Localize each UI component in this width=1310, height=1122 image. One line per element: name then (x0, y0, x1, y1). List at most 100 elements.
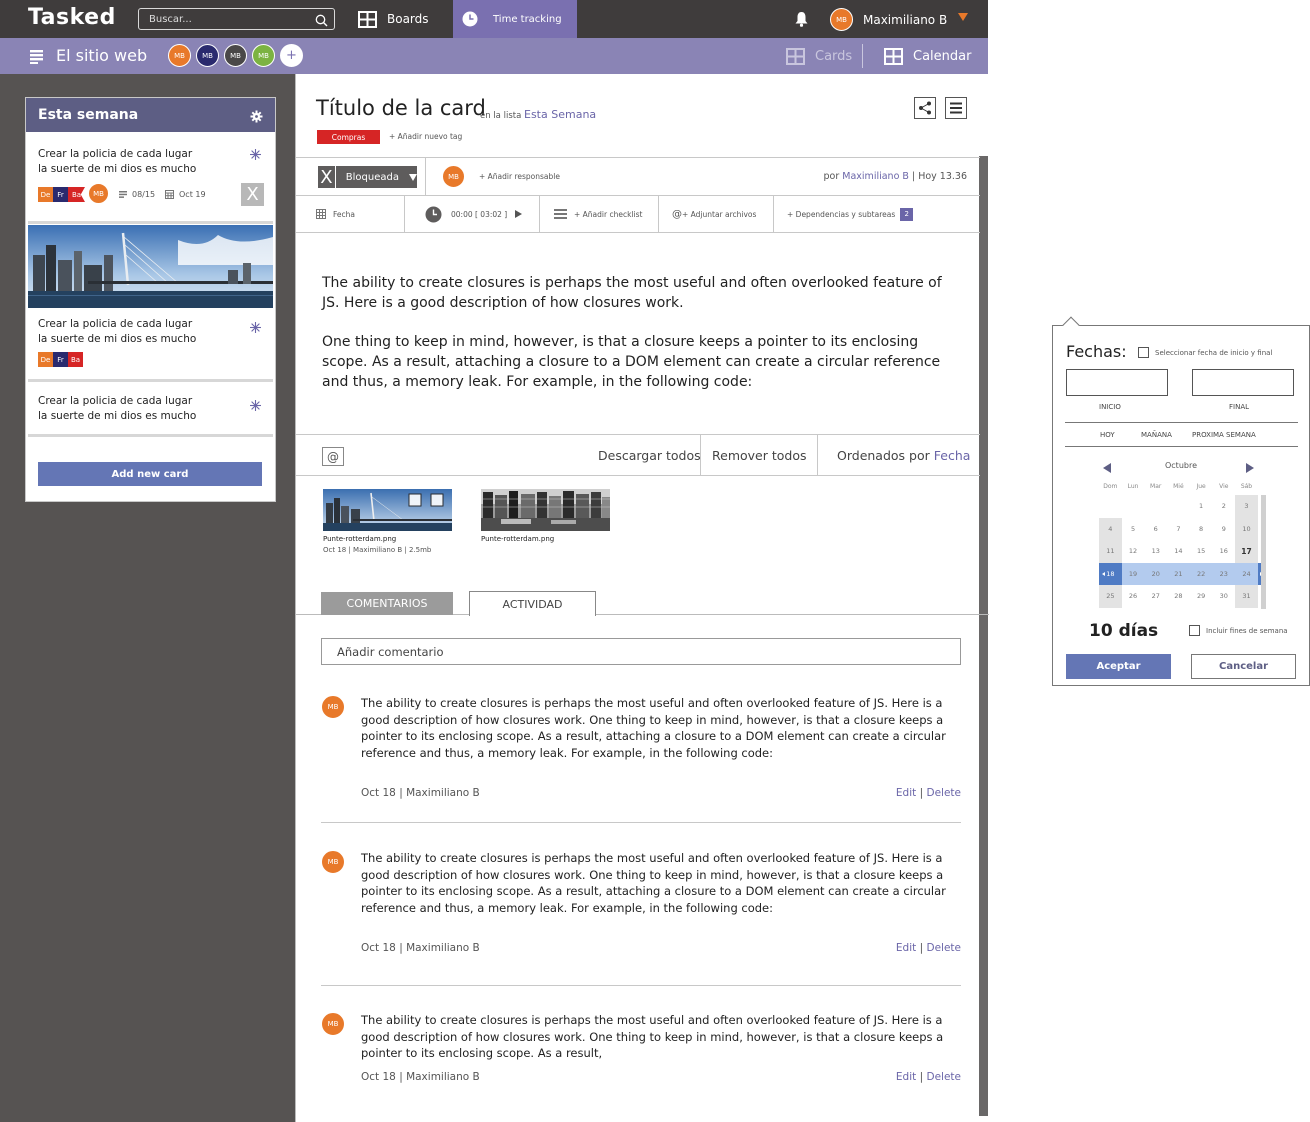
member-avatar[interactable]: MB (252, 44, 275, 67)
nav-time-tracking[interactable]: Time tracking (453, 0, 577, 38)
add-member-button[interactable]: + (280, 44, 303, 67)
date-action[interactable]: Fecha (296, 196, 405, 232)
comment-avatar[interactable]: MB (321, 695, 345, 719)
list-card[interactable]: Crear la policia de cada lugar la suerte… (28, 225, 273, 382)
calendar-day[interactable]: 16 (1212, 540, 1235, 563)
card-tag-label[interactable]: Compras (317, 130, 380, 144)
include-weekends-checkbox[interactable]: Incluir fines de semana (1189, 625, 1288, 636)
calendar-day[interactable]: 12 (1122, 540, 1145, 563)
calendar-day-in-range[interactable]: 21 (1167, 563, 1190, 586)
notifications-bell-icon[interactable] (794, 11, 809, 31)
quick-next-week[interactable]: PROXIMA SEMANA (1192, 431, 1256, 439)
calendar-day[interactable]: 4 (1099, 517, 1122, 540)
add-responsible-link[interactable]: + Añadir responsable (479, 172, 560, 181)
user-menu[interactable]: MB Maximiliano B (830, 8, 947, 31)
nav-boards[interactable]: Boards (358, 9, 429, 29)
list-title[interactable]: Esta semana (38, 107, 138, 123)
checkbox[interactable] (1138, 347, 1149, 358)
comment-edit-link[interactable]: Edit (896, 1071, 916, 1083)
attachment-name[interactable]: Punte-rotterdam.png (323, 535, 396, 543)
calendar-day[interactable]: 2 (1212, 495, 1235, 518)
download-all-button[interactable]: Descargar todos (598, 435, 701, 475)
calendar-day-in-range[interactable]: 19 (1122, 563, 1145, 586)
calendar-day[interactable]: 13 (1144, 540, 1167, 563)
card-detail-title[interactable]: Título de la card (316, 96, 486, 120)
calendar-scrollbar[interactable] (1261, 495, 1266, 609)
attach-files-action[interactable]: @ + Adjuntar archivos (659, 196, 774, 232)
calendar-day-today[interactable]: 17 (1235, 540, 1258, 563)
calendar-day[interactable]: 28 (1167, 585, 1190, 608)
calendar-day-in-range[interactable]: 23 (1212, 563, 1235, 586)
calendar-day[interactable]: 3 (1235, 495, 1258, 518)
add-checklist-action[interactable]: + Añadir checklist (540, 196, 659, 232)
search-icon[interactable] (315, 12, 328, 31)
checkbox[interactable] (1189, 625, 1200, 636)
calendar-day[interactable]: 10 (1235, 517, 1258, 540)
add-tag-link[interactable]: + Añadir nuevo tag (389, 132, 462, 141)
comment-delete-link[interactable]: Delete (927, 942, 962, 954)
calendar-day[interactable]: 14 (1167, 540, 1190, 563)
status-dropdown[interactable]: X Bloqueada (318, 166, 417, 188)
board-menu-icon[interactable] (30, 49, 43, 68)
calendar-day[interactable]: 27 (1144, 585, 1167, 608)
member-avatar[interactable]: MB (224, 44, 247, 67)
sort-field-link[interactable]: Fecha (934, 448, 971, 463)
detail-scrollbar[interactable] (979, 156, 988, 1116)
next-month-arrow-icon[interactable] (1246, 463, 1254, 473)
calendar-day[interactable]: 6 (1144, 518, 1167, 541)
cancel-button[interactable]: Cancelar (1191, 654, 1296, 679)
calendar-day-range-end[interactable]: 24 (1235, 562, 1265, 585)
tab-activity[interactable]: ACTIVIDAD (469, 591, 596, 616)
calendar-day[interactable]: 5 (1122, 518, 1145, 541)
comment-edit-link[interactable]: Edit (896, 787, 916, 799)
add-comment-input[interactable]: Añadir comentario (321, 638, 961, 665)
calendar-day[interactable]: 11 (1099, 540, 1122, 563)
add-new-card-button[interactable]: Add new card (38, 462, 262, 486)
remove-all-button[interactable]: Remover todos (700, 435, 806, 475)
member-avatar[interactable]: MB (196, 44, 219, 67)
calendar-day[interactable]: 8 (1190, 518, 1213, 541)
calendar-day[interactable]: 30 (1212, 585, 1235, 608)
assignee-avatar[interactable]: MB (442, 165, 465, 188)
share-button[interactable] (914, 97, 936, 119)
calendar-day[interactable]: 7 (1167, 518, 1190, 541)
calendar-day[interactable]: 25 (1099, 585, 1122, 608)
search-box[interactable] (138, 8, 335, 30)
calendar-day[interactable]: 1 (1190, 495, 1213, 518)
view-cards-tab[interactable]: Cards (786, 48, 852, 65)
attachment-name[interactable]: Punte-rotterdam.png (481, 535, 554, 543)
member-avatar[interactable]: MB (168, 44, 191, 67)
calendar-day-range-start[interactable]: 18 (1099, 562, 1122, 585)
start-date-input[interactable] (1066, 369, 1168, 396)
list-card[interactable]: Crear la policia de cada lugar la suerte… (28, 134, 273, 224)
attach-at-icon[interactable]: @ (322, 447, 344, 466)
app-logo[interactable]: Tasked (28, 5, 116, 30)
card-blocked-badge[interactable]: X (241, 183, 264, 206)
calendar-day[interactable]: 31 (1235, 585, 1258, 608)
card-assignee-avatar[interactable]: MB (88, 183, 109, 204)
calendar-day[interactable]: 9 (1212, 518, 1235, 541)
calendar-day-in-range[interactable]: 22 (1190, 563, 1213, 586)
play-icon[interactable] (515, 210, 523, 218)
list-settings-icon[interactable] (250, 108, 263, 127)
comment-delete-link[interactable]: Delete (927, 787, 962, 799)
calendar-day[interactable]: 29 (1190, 585, 1213, 608)
attachment-thumbnail[interactable] (323, 489, 452, 531)
list-card[interactable]: Crear la policia de cada lugar la suerte… (28, 385, 273, 437)
comment-avatar[interactable]: MB (321, 1012, 345, 1036)
comment-edit-link[interactable]: Edit (896, 942, 916, 954)
sort-by-control[interactable]: Ordenados por Fecha (817, 435, 970, 475)
attachment-thumbnail[interactable] (481, 489, 610, 531)
in-list-link[interactable]: Esta Semana (524, 108, 596, 121)
comment-delete-link[interactable]: Delete (927, 1071, 962, 1083)
range-checkbox[interactable]: Seleccionar fecha de inicio y final (1138, 347, 1272, 358)
comment-avatar[interactable]: MB (321, 850, 345, 874)
view-calendar-tab[interactable]: Calendar (884, 48, 971, 65)
tab-comments[interactable]: COMENTARIOS (321, 592, 453, 615)
calendar-day[interactable]: 26 (1122, 585, 1145, 608)
calendar-day-in-range[interactable]: 20 (1144, 563, 1167, 586)
author-link[interactable]: Maximiliano B (842, 171, 909, 182)
timer-action[interactable]: 00:00 [ 03:02 ] (405, 196, 540, 232)
quick-today[interactable]: HOY (1100, 431, 1115, 439)
search-input[interactable] (149, 11, 309, 28)
